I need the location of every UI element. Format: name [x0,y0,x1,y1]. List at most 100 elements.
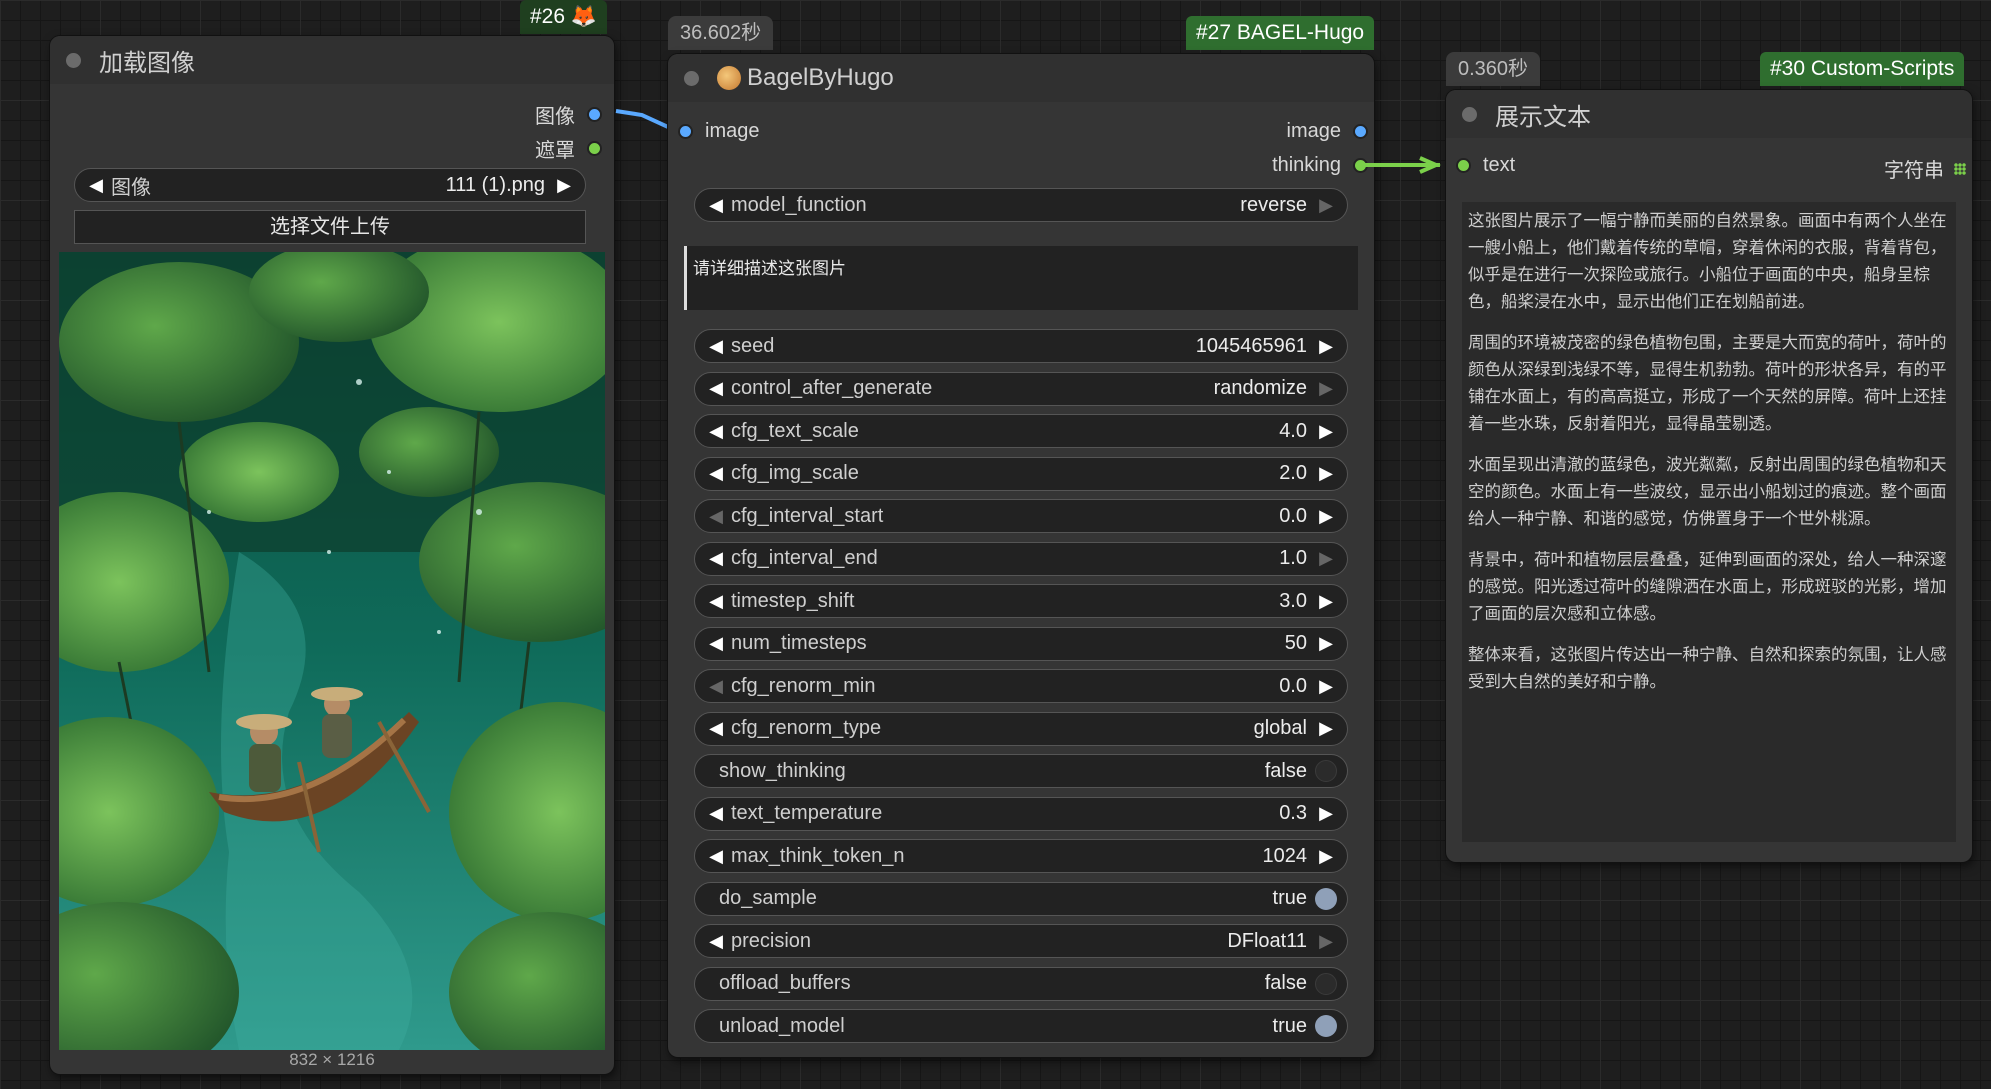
widget-value: 0.0 [1279,504,1307,527]
widget-num-timesteps[interactable]: ◀ num_timesteps 50 ▶ [694,626,1348,661]
right-arrow-icon[interactable]: ▶ [1317,195,1335,216]
port-dot-icon[interactable] [1353,124,1368,139]
collapse-dot-icon[interactable] [66,52,81,68]
widget-value: DFloat11 [1227,929,1307,952]
image-combo-widget[interactable]: ◀ 图像 111 (1).png ▶ [74,168,586,202]
show-text-node[interactable]: 展示文本 text 字符串 这张图片展示了一幅宁静而美丽的自然景象。画面中有两个… [1446,90,1972,862]
widget-cfg-renorm-min[interactable]: ◀ cfg_renorm_min 0.0 ▶ [694,669,1348,703]
load-image-node[interactable]: 加载图像 图像 遮罩 ◀ 图像 111 (1).png ▶ 选择文件上传 832… [50,36,614,1074]
right-arrow-icon[interactable]: ▶ [1317,336,1335,357]
widget-text-temperature[interactable]: ◀ text_temperature 0.3 ▶ [694,796,1348,831]
widget-label: cfg_interval_start [731,504,884,527]
prompt-textarea[interactable]: 请详细描述这张图片 [684,246,1358,310]
output-label: thinking [1272,154,1341,176]
output-image-port[interactable]: 图像 [535,100,602,129]
right-arrow-icon[interactable]: ▶ [1317,718,1335,739]
right-arrow-icon[interactable]: ▶ [1317,676,1335,697]
left-arrow-icon[interactable]: ◀ [707,633,725,654]
left-arrow-icon[interactable]: ◀ [707,336,725,357]
widget-cfg-text-scale[interactable]: ◀ cfg_text_scale 4.0 ▶ [694,414,1348,448]
right-arrow-icon[interactable]: ▶ [1317,421,1335,442]
right-arrow-icon[interactable]: ▶ [1317,846,1335,867]
output-mask-port[interactable]: 遮罩 [535,134,602,163]
output-image-port[interactable]: image [1287,120,1368,143]
left-arrow-icon[interactable]: ◀ [707,676,725,697]
left-arrow-icon[interactable]: ◀ [87,175,105,196]
widget-seed[interactable]: ◀ seed 1045465961 ▶ [694,329,1348,363]
right-arrow-icon[interactable]: ▶ [1317,463,1335,484]
upload-button[interactable]: 选择文件上传 [74,210,586,244]
left-arrow-icon[interactable]: ◀ [707,718,725,739]
right-arrow-icon[interactable]: ▶ [1317,633,1335,654]
left-arrow-icon[interactable]: ◀ [707,931,725,952]
widget-show-thinking[interactable]: show_thinking false [694,754,1348,788]
text-paragraph: 周围的环境被茂密的绿色植物包围，主要是大而宽的荷叶，荷叶的颜色从深绿到浅绿不等，… [1468,334,1947,433]
right-arrow-icon[interactable]: ▶ [1317,378,1335,399]
right-arrow-icon[interactable]: ▶ [555,175,573,196]
widget-value: 3.0 [1279,589,1307,612]
widget-offload-buffers[interactable]: offload_buffers false [694,966,1348,1001]
left-arrow-icon[interactable]: ◀ [707,421,725,442]
toggle-knob-icon[interactable] [1315,887,1337,910]
toggle-knob-icon[interactable] [1315,1015,1337,1037]
left-arrow-icon[interactable]: ◀ [707,378,725,399]
widget-label: 图像 [111,176,151,199]
input-image-port[interactable]: image [678,120,759,143]
widget-cfg-img-scale[interactable]: ◀ cfg_img_scale 2.0 ▶ [694,456,1348,491]
output-thinking-port[interactable]: thinking [1272,154,1368,177]
port-dot-icon[interactable] [678,124,693,139]
load-image-header[interactable]: 加载图像 [50,36,614,84]
port-dot-icon[interactable] [587,141,602,156]
output-string-port[interactable]: 字符串 [1884,154,1966,183]
left-arrow-icon[interactable]: ◀ [707,803,725,824]
widget-label: model_function [731,193,867,216]
left-arrow-icon[interactable]: ◀ [707,846,725,867]
left-arrow-icon[interactable]: ◀ [707,548,725,569]
widget-control-after-generate[interactable]: ◀ control_after_generate randomize ▶ [694,371,1348,406]
widget-cfg-interval-end[interactable]: ◀ cfg_interval_end 1.0 ▶ [694,541,1348,576]
left-arrow-icon[interactable]: ◀ [707,195,725,216]
left-arrow-icon[interactable]: ◀ [707,463,725,484]
bagel-header[interactable]: BagelByHugo [668,54,1374,102]
collapse-dot-icon[interactable] [1462,106,1477,122]
port-dot-icon[interactable] [1456,158,1471,173]
right-arrow-icon[interactable]: ▶ [1317,548,1335,569]
widget-value: global [1253,717,1307,739]
right-arrow-icon[interactable]: ▶ [1317,931,1335,952]
right-arrow-icon[interactable]: ▶ [1317,506,1335,527]
widget-cfg-interval-start[interactable]: ◀ cfg_interval_start 0.0 ▶ [694,499,1348,533]
left-arrow-icon[interactable]: ◀ [707,506,725,527]
widget-max-think-token-n[interactable]: ◀ max_think_token_n 1024 ▶ [694,839,1348,873]
port-dot-icon[interactable] [587,107,602,122]
left-arrow-icon[interactable]: ◀ [707,591,725,612]
toggle-knob-icon[interactable] [1315,972,1337,995]
list-grid-icon[interactable] [1954,162,1966,175]
widget-label: seed [731,334,775,357]
show-text-header[interactable]: 展示文本 [1446,90,1972,138]
input-text-port[interactable]: text [1456,154,1515,177]
right-arrow-icon[interactable]: ▶ [1317,803,1335,824]
toggle-knob-icon[interactable] [1315,760,1337,782]
output-label: 遮罩 [535,140,575,162]
widget-do-sample[interactable]: do_sample true [694,881,1348,916]
text-paragraph: 背景中，荷叶和植物层层叠叠，延伸到画面的深处，给人一种深邃的感觉。阳光透过荷叶的… [1468,551,1947,623]
widget-precision[interactable]: ◀ precision DFloat11 ▶ [694,924,1348,958]
widget-list: ◀ seed 1045465961 ▶ ◀ control_after_generate r… [668,329,1374,1049]
widget-value: randomize [1213,377,1307,399]
output-label: image [1286,120,1341,142]
widget-label: text_temperature [731,802,883,824]
collapse-dot-icon[interactable] [684,70,699,86]
node26-badge: #26 🦊 [520,0,608,34]
widget-value: true [1272,1014,1307,1037]
text-output-area[interactable]: 这张图片展示了一幅宁静而美丽的自然景象。画面中有两个人坐在一艘小船上，他们戴着传… [1462,202,1956,842]
text-paragraph: 水面呈现出清澈的蓝绿色，波光粼粼，反射出周围的绿色植物和天空的颜色。水面上有一些… [1468,456,1947,528]
text-paragraph: 整体来看，这张图片传达出一种宁静、自然和探索的氛围，让人感受到大自然的美好和宁静… [1468,646,1947,691]
right-arrow-icon[interactable]: ▶ [1317,591,1335,612]
widget-timestep-shift[interactable]: ◀ timestep_shift 3.0 ▶ [694,584,1348,618]
model-function-widget[interactable]: ◀ model_function reverse ▶ [694,188,1348,222]
bagel-node[interactable]: BagelByHugo image image thinking ◀ model… [668,54,1374,1057]
input-label: image [705,120,760,142]
widget-value: 111 (1).png [445,173,545,196]
widget-unload-model[interactable]: unload_model true [694,1009,1348,1043]
widget-cfg-renorm-type[interactable]: ◀ cfg_renorm_type global ▶ [694,711,1348,746]
